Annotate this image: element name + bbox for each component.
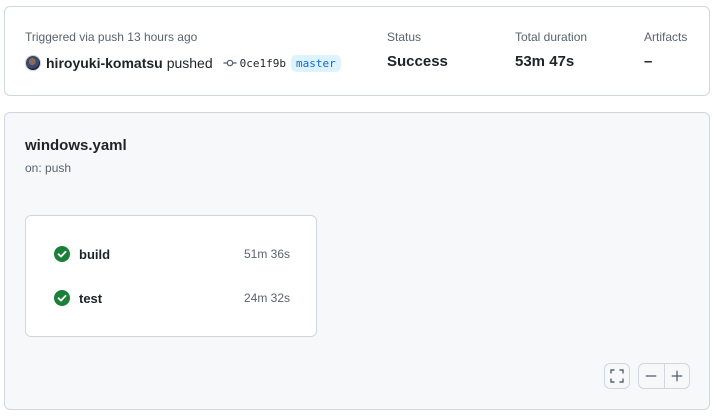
branch-badge[interactable]: master [291,54,341,72]
fullscreen-icon [610,369,624,383]
minus-icon [646,375,657,377]
push-action-text: pushed [166,55,213,71]
artifacts-value: – [644,53,653,70]
status-value: Success [387,53,448,70]
success-check-icon [54,290,70,306]
status-label: Status [387,30,422,44]
workflow-graph: windows.yaml on: push build 51m 36s test… [4,112,710,410]
git-commit-icon [223,56,237,70]
job-duration: 24m 32s [243,291,290,305]
job-name: test [79,290,103,306]
jobs-group: build 51m 36s test 24m 32s [25,215,317,337]
job-duration: 51m 36s [243,247,290,261]
success-check-icon [54,246,70,262]
zoom-in-button[interactable] [663,364,689,388]
duration-value: 53m 47s [515,53,575,70]
zoom-controls [638,363,690,389]
user-avatar[interactable] [25,55,41,71]
trigger-text: Triggered via push 13 hours ago [25,30,198,44]
push-info: hiroyuki-komatsu pushed 0ce1f9b master [25,53,341,73]
duration-label: Total duration [515,30,588,44]
workflow-trigger: on: push [25,161,72,175]
commit-sha-link[interactable]: 0ce1f9b [240,57,286,70]
job-test[interactable]: test 24m 32s [54,288,290,308]
zoom-out-button[interactable] [639,364,664,388]
plus-icon [671,370,683,382]
job-build[interactable]: build 51m 36s [54,244,290,264]
username-link[interactable]: hiroyuki-komatsu [46,55,163,71]
job-name: build [79,246,111,262]
fullscreen-button[interactable] [604,363,630,389]
artifacts-label: Artifacts [644,30,688,44]
workflow-file-name: windows.yaml [25,137,127,154]
run-summary-card: Triggered via push 13 hours ago hiroyuki… [4,6,710,96]
